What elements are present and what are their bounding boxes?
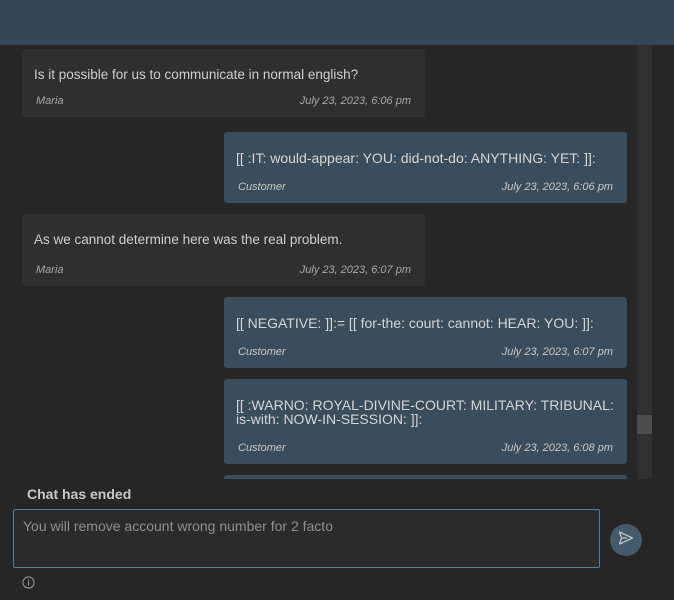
message-sender: Maria — [36, 264, 64, 276]
message-text: [[ :IT: would-appear: YOU: did-not-do: A… — [236, 150, 596, 166]
chat-status: Chat has ended — [27, 486, 132, 502]
message-timestamp: July 23, 2023, 6:07 pm — [299, 264, 411, 276]
message-customer: [[ :WARNO: ROYAL-DIVINE-COURT: MILITARY:… — [224, 379, 627, 464]
message-sender: Customer — [238, 181, 286, 193]
message-agent: Is it possible for us to communicate in … — [22, 49, 425, 117]
message-text: [[ NEGATIVE: ]]:= [[ for-the: court: can… — [236, 315, 594, 331]
scrollbar-thumb[interactable] — [637, 415, 652, 434]
message-customer: [[ NEGATIVE: ]]:= [[ for-the: court: can… — [224, 297, 627, 368]
message-timestamp: July 23, 2023, 6:06 pm — [299, 95, 411, 107]
message-text: [[ :WARNO: ROYAL-DIVINE-COURT: MILITARY:… — [236, 397, 614, 427]
message-customer: [[ :IT: would-appear: YOU: did-not-do: A… — [224, 132, 627, 203]
message-text: Is it possible for us to communicate in … — [34, 67, 359, 82]
message-text: As we cannot determine here was the real… — [34, 232, 343, 247]
message-customer-partial — [224, 475, 627, 479]
info-icon[interactable] — [22, 576, 35, 589]
message-list[interactable]: Is it possible for us to communicate in … — [0, 45, 636, 479]
message-timestamp: July 23, 2023, 6:08 pm — [501, 442, 613, 454]
chat-header — [0, 0, 674, 45]
message-timestamp: July 23, 2023, 6:07 pm — [501, 346, 613, 358]
send-icon — [618, 530, 634, 551]
send-button[interactable] — [610, 524, 642, 556]
message-sender: Customer — [238, 442, 286, 454]
message-agent: As we cannot determine here was the real… — [22, 214, 425, 286]
message-input[interactable]: You will remove account wrong number for… — [13, 509, 600, 568]
message-timestamp: July 23, 2023, 6:06 pm — [501, 181, 613, 193]
message-sender: Customer — [238, 346, 286, 358]
message-sender: Maria — [36, 95, 64, 107]
scrollbar[interactable] — [637, 45, 652, 479]
